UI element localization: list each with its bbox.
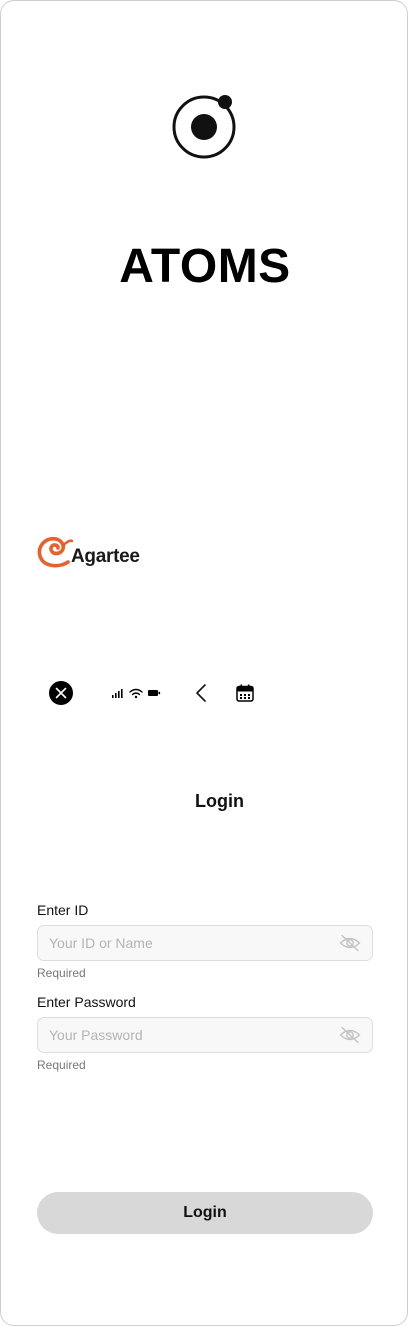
eye-off-icon[interactable] xyxy=(338,931,362,955)
id-input[interactable] xyxy=(38,926,338,960)
password-field-container xyxy=(37,1017,373,1053)
back-chevron-icon[interactable] xyxy=(193,680,209,706)
brand-logo: Agartee xyxy=(37,531,140,571)
calendar-icon[interactable] xyxy=(235,680,255,706)
close-circle-icon[interactable] xyxy=(48,680,74,706)
id-field-helper: Required xyxy=(37,966,86,980)
eye-off-icon[interactable] xyxy=(338,1023,362,1047)
agartee-swirl-icon xyxy=(37,536,73,568)
id-field-container xyxy=(37,925,373,961)
brand-name: Agartee xyxy=(71,546,140,567)
signal-wifi-battery-icon xyxy=(112,688,161,699)
password-field-label: Enter Password xyxy=(37,994,136,1010)
password-field-helper: Required xyxy=(37,1058,86,1072)
icon-row xyxy=(1,680,407,706)
login-heading: Login xyxy=(195,791,244,811)
atom-logo-icon xyxy=(172,95,236,159)
app-title: ATOMS xyxy=(119,240,291,293)
password-input[interactable] xyxy=(38,1018,338,1052)
login-button[interactable]: Login xyxy=(37,1192,373,1234)
id-field-label: Enter ID xyxy=(37,902,89,918)
login-screen: ATOMS Agartee Login Enter ID Your ID or … xyxy=(0,0,408,1326)
status-icons xyxy=(111,680,161,706)
